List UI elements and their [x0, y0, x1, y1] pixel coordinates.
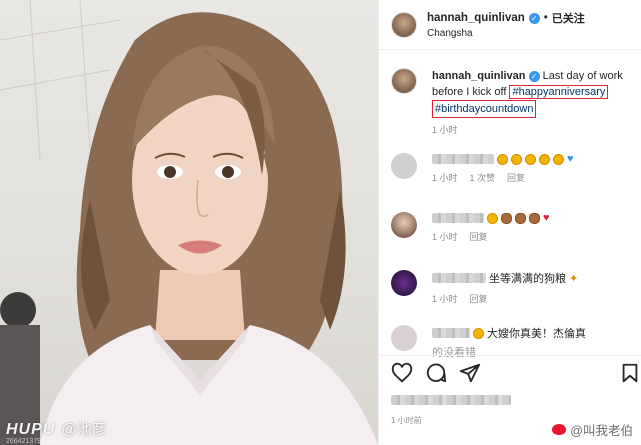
- emoji: [473, 327, 484, 339]
- blurred-username: [432, 213, 484, 223]
- emoji: [487, 212, 498, 224]
- blue-heart-icon: ♥: [567, 153, 574, 165]
- blurred-likes: [391, 395, 511, 405]
- heart-eyes-emoji: [511, 153, 522, 165]
- comment-avatar[interactable]: [391, 153, 417, 179]
- post-photo[interactable]: HUPU @池彦 2664213799797: [0, 0, 378, 445]
- action-bar: [391, 362, 638, 388]
- hashtag-happyanniversary[interactable]: #happyanniversary: [509, 85, 609, 99]
- comment-icon[interactable]: [425, 362, 447, 384]
- reply-button[interactable]: 回复: [507, 171, 525, 184]
- heart-eyes-emoji: [497, 153, 508, 165]
- thumbs-up-emoji: [515, 212, 526, 224]
- blurred-username: [432, 273, 486, 283]
- heart-eyes-emoji: [525, 153, 536, 165]
- bookmark-icon[interactable]: [619, 362, 641, 384]
- comment-text: 大嫂你真美！杰倫真: [487, 328, 586, 340]
- portrait-illustration: [0, 0, 378, 445]
- heart-eyes-emoji: [553, 153, 564, 165]
- comment-text-continued: 的没看错: [432, 347, 476, 359]
- hupu-watermark: HUPU @池彦: [6, 418, 107, 439]
- verified-icon: ✓: [528, 71, 540, 82]
- watermark-serial: 2664213799797: [6, 438, 57, 445]
- red-heart-icon: ♥: [543, 212, 550, 224]
- share-icon[interactable]: [459, 362, 481, 384]
- comment-timestamp: 1 小时: [432, 173, 458, 183]
- comment-avatar[interactable]: [391, 212, 417, 238]
- follow-button[interactable]: 已关注: [552, 10, 585, 26]
- reply-button[interactable]: 回复: [470, 292, 488, 305]
- post-location[interactable]: Changsha: [427, 28, 585, 39]
- blurred-username: [432, 154, 494, 164]
- post-sidebar: hannah_quinlivan ✓ • 已关注 Changsha hannah…: [378, 0, 641, 445]
- likes-row: [391, 392, 511, 410]
- weibo-logo-icon: [552, 424, 567, 435]
- heart-eyes-emoji: [539, 153, 550, 165]
- comment-likes[interactable]: 1 次赞: [470, 171, 496, 184]
- heart-icon[interactable]: [391, 362, 413, 384]
- hupu-logo: HUPU: [6, 421, 56, 438]
- comment-avatar[interactable]: [391, 325, 417, 351]
- comment-timestamp: 1 小时: [432, 294, 458, 304]
- post-timestamp: 1 小时前: [391, 416, 422, 425]
- party-popper-emoji: ✦: [569, 272, 579, 285]
- post-caption: hannah_quinlivan ✓ Last day of work befo…: [391, 68, 639, 136]
- blurred-username: [432, 328, 470, 338]
- reply-button[interactable]: 回复: [470, 230, 488, 243]
- comment-item: ♥ 1 小时 1 次赞 回复: [391, 153, 639, 184]
- weibo-watermark: @叫我老伯: [552, 420, 633, 439]
- post-username[interactable]: hannah_quinlivan: [427, 12, 525, 24]
- thumbs-up-emoji: [501, 212, 512, 224]
- thumbs-up-emoji: [529, 212, 540, 224]
- post-header: hannah_quinlivan ✓ • 已关注 Changsha: [379, 0, 641, 50]
- caption-timestamp: 1 小时: [432, 125, 458, 135]
- comment-avatar[interactable]: [391, 270, 417, 296]
- comment-timestamp: 1 小时: [432, 232, 458, 242]
- avatar[interactable]: [391, 11, 417, 38]
- caption-avatar[interactable]: [391, 68, 417, 94]
- comment-text: 坐等满满的狗粮: [489, 273, 566, 285]
- hashtag-birthdaycountdown[interactable]: #birthdaycountdown: [432, 100, 537, 118]
- comment-item: 坐等满满的狗粮 ✦ 1 小时 回复: [391, 270, 639, 305]
- divider: [379, 355, 641, 356]
- caption-username[interactable]: hannah_quinlivan: [432, 70, 526, 82]
- verified-icon: ✓: [528, 12, 540, 24]
- comment-item: ♥ 1 小时 回复: [391, 212, 639, 243]
- watermark-username: @池彦: [61, 421, 107, 438]
- separator-dot: •: [543, 12, 548, 24]
- weibo-username: @叫我老伯: [570, 424, 633, 438]
